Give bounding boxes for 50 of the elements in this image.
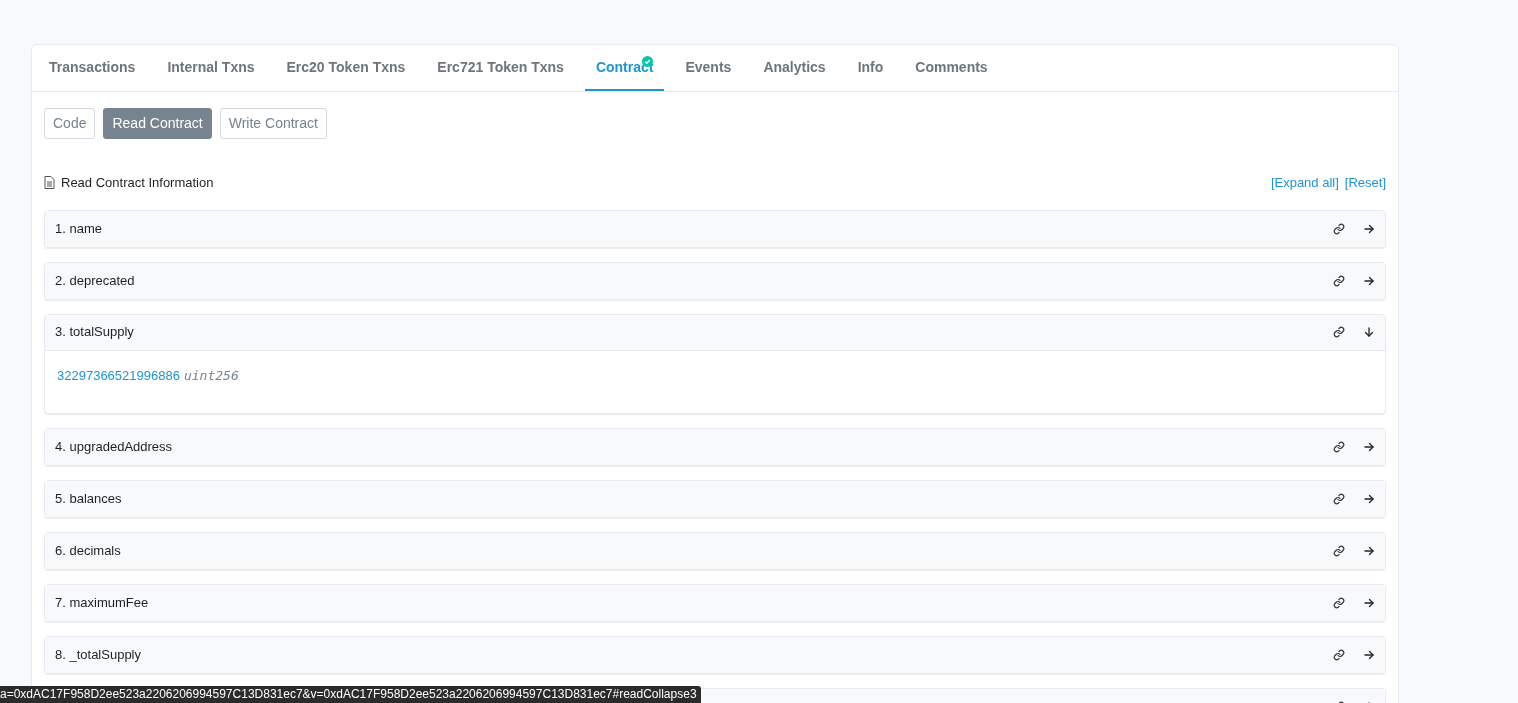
function-header[interactable]: 3. totalSupply bbox=[45, 314, 1385, 351]
function-title: 5. balances bbox=[55, 490, 122, 509]
function-header[interactable]: 5. balances bbox=[45, 481, 1385, 517]
action-link[interactable]: [Expand all] bbox=[1270, 173, 1339, 193]
function-title: 7. maximumFee bbox=[55, 594, 149, 613]
arrow-right-icon[interactable] bbox=[1363, 441, 1375, 453]
link-icon[interactable] bbox=[1333, 274, 1345, 287]
tab[interactable]: Comments bbox=[904, 45, 999, 91]
arrow-right-icon[interactable] bbox=[1363, 274, 1375, 287]
arrow-down-icon[interactable] bbox=[1363, 326, 1375, 338]
arrow-right-icon[interactable] bbox=[1363, 597, 1375, 609]
action-link[interactable]: [Reset] bbox=[1344, 173, 1386, 193]
section-title: Read Contract Information bbox=[61, 174, 214, 192]
link-icon[interactable] bbox=[1333, 222, 1345, 235]
function-title: 4. upgradedAddress bbox=[55, 438, 173, 457]
subtab-button[interactable]: Read Contract bbox=[103, 108, 212, 139]
subtab-button[interactable]: Write Contract bbox=[219, 108, 327, 139]
function-title: 1. name bbox=[55, 219, 102, 238]
function-title: 2. deprecated bbox=[55, 271, 135, 290]
tab[interactable]: Analytics bbox=[752, 45, 837, 91]
function-header[interactable]: 1. name bbox=[45, 210, 1385, 247]
tab[interactable]: Erc721 Token Txns bbox=[426, 45, 575, 91]
function-title: 6. decimals bbox=[55, 542, 121, 561]
function-title: 8. _totalSupply bbox=[55, 646, 141, 665]
arrow-right-icon[interactable] bbox=[1363, 649, 1375, 661]
result-type: uint256 bbox=[183, 366, 239, 385]
function-title: 3. totalSupply bbox=[55, 323, 134, 342]
link-url-tooltip: a=0xdAC17F958D2ee523a2206206994597C13D831ec7&v=0xdAC17F958D2ee523a2206206994597C13D831ec7#readCollapse3 bbox=[0, 686, 701, 703]
arrow-right-icon[interactable] bbox=[1363, 493, 1375, 505]
function-header[interactable]: 2. deprecated bbox=[45, 262, 1385, 299]
link-icon[interactable] bbox=[1333, 493, 1345, 505]
function-header[interactable]: 6. decimals bbox=[45, 533, 1385, 569]
function-header[interactable]: 8. _totalSupply bbox=[45, 637, 1385, 673]
function-header[interactable]: 4. upgradedAddress bbox=[45, 429, 1385, 465]
link-icon[interactable] bbox=[1333, 545, 1345, 557]
tab[interactable]: Internal Txns bbox=[156, 45, 266, 91]
tab[interactable]: Transactions bbox=[38, 45, 147, 91]
tab[interactable]: Erc20 Token Txns bbox=[275, 45, 417, 91]
result-value[interactable]: 32297366521996886 bbox=[57, 365, 180, 385]
link-icon[interactable] bbox=[1333, 649, 1345, 661]
link-icon[interactable] bbox=[1333, 441, 1345, 453]
document-icon bbox=[44, 176, 55, 190]
subtab-button[interactable]: Code bbox=[44, 108, 96, 139]
arrow-right-icon[interactable] bbox=[1363, 545, 1375, 557]
link-icon[interactable] bbox=[1333, 597, 1345, 609]
tab[interactable]: Events bbox=[674, 45, 743, 91]
link-icon[interactable] bbox=[1333, 326, 1345, 338]
tab[interactable]: Info bbox=[846, 45, 895, 91]
function-header[interactable]: 7. maximumFee bbox=[45, 585, 1385, 621]
arrow-right-icon[interactable] bbox=[1363, 222, 1375, 235]
